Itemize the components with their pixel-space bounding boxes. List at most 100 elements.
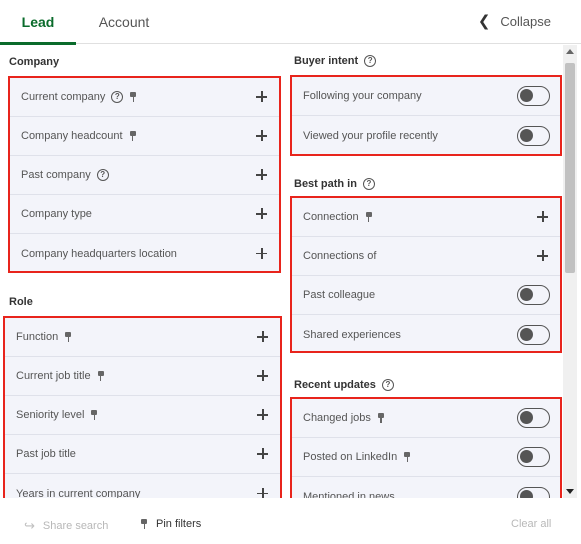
filter-row[interactable]: Connection — [292, 198, 560, 237]
filter-row[interactable]: Changed jobs — [292, 399, 560, 438]
pin-icon[interactable] — [377, 413, 385, 423]
pin-icon[interactable] — [90, 410, 98, 420]
filter-row[interactable]: Shared experiences — [292, 315, 560, 354]
filter-row[interactable]: Current job title — [5, 357, 280, 396]
filter-label: Years in current company — [16, 488, 140, 499]
filter-row[interactable]: Current company? — [10, 78, 279, 117]
pin-filters-label: Pin filters — [156, 518, 202, 530]
filter-label: Posted on LinkedIn — [303, 451, 411, 463]
filter-label: Past colleague — [303, 289, 375, 301]
toggle-switch[interactable] — [517, 324, 550, 345]
toggle-switch[interactable] — [517, 486, 550, 498]
vertical-scrollbar[interactable] — [563, 45, 577, 498]
toggle-switch[interactable] — [517, 125, 550, 146]
filter-label-text: Current company — [21, 91, 106, 103]
filter-row[interactable]: Connections of — [292, 237, 560, 276]
plus-icon[interactable] — [537, 211, 548, 222]
filter-label: Following your company — [303, 90, 422, 102]
filter-row[interactable]: Seniority level — [5, 396, 280, 435]
scroll-thumb[interactable] — [565, 63, 575, 273]
pin-icon[interactable] — [365, 212, 373, 222]
pin-icon[interactable] — [64, 332, 72, 342]
best-path-filters-panel: Connection Connections of Past colleague Sh… — [290, 196, 562, 353]
share-search-button[interactable]: ↪ Share search — [24, 518, 108, 534]
filter-label: Mentioned in news — [303, 491, 395, 499]
filter-label: Current job title — [16, 370, 105, 382]
filter-label: Seniority level — [16, 409, 98, 421]
filter-label-text: Current job title — [16, 370, 91, 382]
plus-icon[interactable] — [256, 91, 267, 102]
toggle-switch[interactable] — [517, 285, 550, 305]
filter-label: Connections of — [303, 250, 376, 262]
help-icon[interactable]: ? — [362, 178, 375, 190]
plus-icon[interactable] — [537, 250, 548, 261]
section-title-buyer-intent: Buyer intent ? — [294, 55, 377, 67]
filter-label: Function — [16, 331, 72, 343]
tab-lead[interactable]: Lead — [0, 0, 76, 45]
plus-icon[interactable] — [256, 208, 267, 219]
toggle-switch[interactable] — [517, 408, 550, 428]
company-filters-panel: Current company? Company headcount Past co… — [8, 76, 281, 273]
plus-icon[interactable] — [256, 169, 267, 180]
share-arrow-icon: ↪ — [24, 518, 35, 533]
filter-label-text: Past company — [21, 169, 91, 181]
pin-icon[interactable] — [129, 131, 137, 141]
filter-label-text: Viewed your profile recently — [303, 129, 438, 142]
toggle-knob — [520, 489, 533, 498]
filter-row[interactable]: Function — [5, 318, 280, 357]
filter-label-text: Changed jobs — [303, 412, 371, 424]
collapse-button[interactable]: ❮ Collapse — [478, 0, 551, 44]
filter-label: Viewed your profile recently — [303, 130, 438, 142]
plus-icon[interactable] — [257, 448, 268, 459]
filter-label-text: Connections of — [303, 250, 377, 262]
filter-row[interactable]: Company headquarters location — [10, 234, 279, 273]
filter-label-text: Company headquarters location — [21, 247, 177, 260]
plus-icon[interactable] — [257, 331, 268, 342]
scroll-down-arrow-icon[interactable] — [566, 489, 574, 494]
plus-icon[interactable] — [256, 130, 267, 141]
plus-icon[interactable] — [257, 370, 268, 381]
help-icon[interactable]: ? — [381, 379, 394, 391]
toggle-knob — [520, 411, 533, 424]
filter-row[interactable]: Company headcount — [10, 117, 279, 156]
filter-row[interactable]: Mentioned in news — [292, 477, 560, 498]
pin-icon[interactable] — [403, 452, 411, 462]
filter-row[interactable]: Viewed your profile recently — [292, 116, 560, 155]
recent-updates-filters-panel: Changed jobs Posted on LinkedIn Mentioned … — [290, 397, 562, 498]
toggle-knob — [520, 128, 533, 142]
tab-account[interactable]: Account — [84, 0, 164, 44]
filter-row[interactable]: Following your company — [292, 77, 560, 116]
filter-label-text: Years in current company — [16, 487, 141, 499]
tab-bar: Lead Account ❮ Collapse — [0, 0, 581, 45]
section-title-best-path: Best path in ? — [294, 178, 375, 190]
plus-icon[interactable] — [257, 409, 268, 420]
toggle-knob — [520, 89, 533, 102]
pin-icon[interactable] — [97, 371, 105, 381]
filter-row[interactable]: Past company? — [10, 156, 279, 195]
scroll-up-arrow-icon[interactable] — [566, 49, 574, 54]
pin-filters-button[interactable]: Pin filters — [140, 518, 201, 530]
filter-row[interactable]: Posted on LinkedIn — [292, 438, 560, 477]
filter-row[interactable]: Past job title — [5, 435, 280, 474]
filter-row[interactable]: Years in current company — [5, 474, 280, 498]
plus-icon[interactable] — [256, 247, 267, 259]
help-icon[interactable]: ? — [111, 91, 124, 103]
filter-label-text: Past colleague — [303, 289, 376, 301]
toggle-switch[interactable] — [517, 447, 550, 467]
chevron-left-icon: ❮ — [477, 13, 491, 30]
help-icon[interactable]: ? — [364, 55, 377, 67]
section-title-role: Role — [9, 296, 33, 308]
pin-icon[interactable] — [129, 92, 137, 102]
plus-icon[interactable] — [257, 487, 268, 498]
buyer-intent-filters-panel: Following your company Viewed your profil… — [290, 75, 562, 156]
help-icon[interactable]: ? — [96, 169, 109, 181]
filter-label-text: Past job title — [16, 448, 76, 460]
filter-label-text: Seniority level — [16, 409, 85, 421]
filter-row[interactable]: Company type — [10, 195, 279, 234]
toggle-switch[interactable] — [517, 86, 550, 106]
filter-label: Company type — [21, 208, 92, 220]
filter-label: Past company? — [21, 169, 109, 181]
clear-all-button[interactable]: Clear all — [511, 518, 551, 530]
filter-label: Current company? — [21, 91, 137, 103]
filter-row[interactable]: Past colleague — [292, 276, 560, 315]
